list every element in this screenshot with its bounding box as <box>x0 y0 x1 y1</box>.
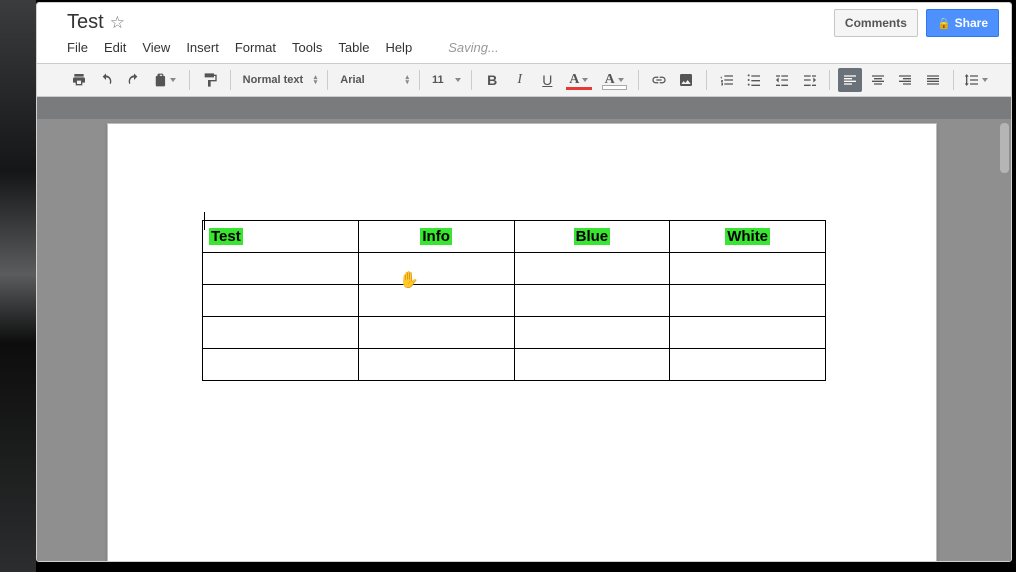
clipboard-icon[interactable] <box>150 68 181 92</box>
table-cell[interactable] <box>203 317 359 349</box>
updown-icon: ▴▾ <box>405 75 409 85</box>
app-window: Test ☆ Comments 🔒 Share File Edit View I… <box>36 2 1012 562</box>
chevron-down-icon <box>455 78 461 82</box>
italic-button[interactable]: I <box>508 68 532 92</box>
menu-help[interactable]: Help <box>385 40 412 55</box>
align-left-button[interactable] <box>838 68 862 92</box>
separator <box>706 70 707 90</box>
table-cell[interactable] <box>514 349 670 381</box>
comments-button-label: Comments <box>845 16 907 30</box>
paragraph-style-value: Normal text <box>243 74 304 86</box>
outdent-icon[interactable] <box>770 68 794 92</box>
line-spacing-dropdown[interactable] <box>962 68 991 92</box>
separator <box>638 70 639 90</box>
comments-button[interactable]: Comments <box>834 9 918 37</box>
table-cell[interactable] <box>203 349 359 381</box>
font-size-value: 11 <box>432 74 444 86</box>
table-row[interactable] <box>203 317 826 349</box>
align-justify-button[interactable] <box>921 68 945 92</box>
table-header-text: Test <box>209 228 243 245</box>
font-size-dropdown[interactable]: 11 <box>428 68 463 92</box>
separator <box>230 70 231 90</box>
font-family-value: Arial <box>340 74 364 86</box>
table-cell[interactable] <box>358 285 514 317</box>
chevron-down-icon <box>982 78 988 82</box>
menu-insert[interactable]: Insert <box>186 40 219 55</box>
table-cell[interactable] <box>670 317 826 349</box>
separator <box>953 70 954 90</box>
table-cell[interactable] <box>670 349 826 381</box>
paint-format-icon[interactable] <box>198 68 222 92</box>
paragraph-style-dropdown[interactable]: Normal text ▴▾ <box>239 68 320 92</box>
menu-view[interactable]: View <box>142 40 170 55</box>
table-cell[interactable]: Test <box>203 221 359 253</box>
header-bar: Test ☆ Comments 🔒 Share File Edit View I… <box>37 3 1011 64</box>
table-header-text: Blue <box>574 228 611 245</box>
share-button-label: Share <box>955 16 988 30</box>
align-center-button[interactable] <box>866 68 890 92</box>
underline-button[interactable]: U <box>536 68 560 92</box>
menu-table[interactable]: Table <box>338 40 369 55</box>
undo-icon[interactable] <box>95 68 119 92</box>
bold-button[interactable]: B <box>480 68 504 92</box>
text-caret <box>204 212 205 230</box>
print-icon[interactable] <box>67 68 91 92</box>
separator <box>471 70 472 90</box>
table-cell[interactable] <box>358 317 514 349</box>
font-family-dropdown[interactable]: Arial ▴▾ <box>336 68 411 92</box>
separator <box>189 70 190 90</box>
separator <box>829 70 830 90</box>
menu-format[interactable]: Format <box>235 40 276 55</box>
separator <box>419 70 420 90</box>
menu-file[interactable]: File <box>67 40 88 55</box>
menu-edit[interactable]: Edit <box>104 40 126 55</box>
table-cell[interactable]: Blue <box>514 221 670 253</box>
highlight-color-button[interactable]: A <box>599 68 630 92</box>
separator <box>327 70 328 90</box>
indent-icon[interactable] <box>798 68 822 92</box>
table-row[interactable] <box>203 349 826 381</box>
table-cell[interactable] <box>358 253 514 285</box>
document-table[interactable]: Test Info Blue White <box>202 220 826 381</box>
star-icon[interactable]: ☆ <box>110 13 125 33</box>
table-cell[interactable] <box>670 285 826 317</box>
table-cell[interactable]: Info <box>358 221 514 253</box>
lock-icon: 🔒 <box>937 17 951 30</box>
numbered-list-icon[interactable] <box>715 68 739 92</box>
text-color-button[interactable]: A <box>563 68 594 92</box>
insert-link-icon[interactable] <box>647 68 671 92</box>
document-title[interactable]: Test <box>67 11 104 34</box>
insert-image-icon[interactable] <box>674 68 698 92</box>
document-page[interactable]: Test Info Blue White ✋ <box>107 123 937 561</box>
table-cell[interactable] <box>358 349 514 381</box>
table-cell[interactable] <box>203 285 359 317</box>
menu-tools[interactable]: Tools <box>292 40 322 55</box>
table-header-text: White <box>725 228 770 245</box>
toolbar: Normal text ▴▾ Arial ▴▾ 11 B I U A A <box>37 64 1011 97</box>
vertical-scrollbar[interactable] <box>1000 123 1009 173</box>
table-cell[interactable] <box>203 253 359 285</box>
document-canvas[interactable]: Test Info Blue White ✋ <box>37 119 1011 561</box>
table-cell[interactable] <box>514 317 670 349</box>
table-cell[interactable] <box>670 253 826 285</box>
save-status: Saving... <box>448 40 499 55</box>
table-cell[interactable]: White <box>670 221 826 253</box>
share-button[interactable]: 🔒 Share <box>926 9 999 37</box>
table-cell[interactable] <box>514 285 670 317</box>
updown-icon: ▴▾ <box>314 75 318 85</box>
redo-icon[interactable] <box>122 68 146 92</box>
table-row[interactable] <box>203 285 826 317</box>
table-row[interactable]: Test Info Blue White <box>203 221 826 253</box>
bullet-list-icon[interactable] <box>743 68 767 92</box>
menu-bar: File Edit View Insert Format Tools Table… <box>67 34 1001 63</box>
table-header-text: Info <box>420 228 452 245</box>
table-row[interactable] <box>203 253 826 285</box>
desktop-background-strip <box>0 0 36 572</box>
align-right-button[interactable] <box>893 68 917 92</box>
table-cell[interactable] <box>514 253 670 285</box>
